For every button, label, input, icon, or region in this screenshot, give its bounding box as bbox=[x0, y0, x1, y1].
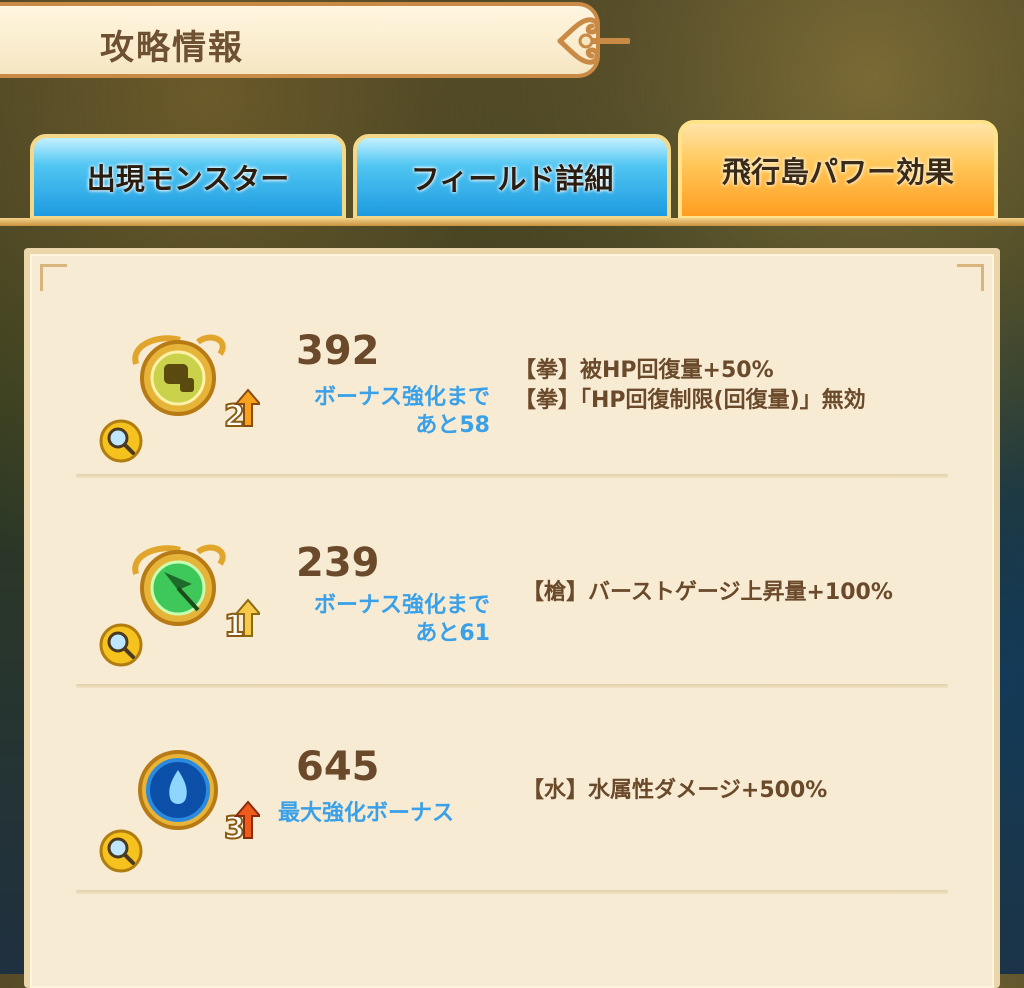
tab-monsters[interactable]: 出現モンスター bbox=[30, 134, 346, 220]
tab-field-details[interactable]: フィールド詳細 bbox=[353, 134, 671, 220]
magnifier-icon[interactable] bbox=[98, 622, 144, 668]
power-effects-panel: 2 392 ボーナス強化まで あと58 【拳】被HP回復量+50% 【拳】「HP… bbox=[24, 248, 1000, 988]
tab-strip-border bbox=[0, 218, 1024, 226]
power-row: 3 645 最大強化ボーナス 【水】水属性ダメージ+500% bbox=[30, 742, 1006, 942]
tab-island-power[interactable]: 飛行島パワー効果 bbox=[678, 120, 998, 220]
bonus-status-line1: 最大強化ボーナス bbox=[278, 801, 455, 826]
effect-text: 【拳】被HP回復量+50% bbox=[514, 358, 774, 383]
page-header: 攻略情報 bbox=[0, 2, 600, 78]
power-value: 645 bbox=[296, 744, 380, 790]
bonus-status-line2: あと58 bbox=[415, 413, 490, 438]
magnifier-icon[interactable] bbox=[98, 418, 144, 464]
page-title: 攻略情報 bbox=[100, 28, 244, 68]
row-divider bbox=[76, 890, 948, 894]
effect-text: 【拳】「HP回復制限(回復量)」無効 bbox=[514, 388, 866, 413]
water-rune-icon[interactable]: 3 bbox=[130, 746, 260, 846]
effect-text: 【槍】バーストゲージ上昇量+100% bbox=[522, 580, 893, 605]
bonus-status-line1: ボーナス強化まで bbox=[313, 593, 490, 618]
tab-label: フィールド詳細 bbox=[410, 162, 614, 196]
power-row: 1 239 ボーナス強化まで あと61 【槍】バーストゲージ上昇量+100% bbox=[30, 536, 1006, 736]
tab-label: 飛行島パワー効果 bbox=[721, 155, 954, 189]
row-divider bbox=[76, 474, 948, 478]
fleur-ornament-icon bbox=[557, 17, 630, 65]
power-value: 239 bbox=[296, 540, 380, 586]
power-row: 2 392 ボーナス強化まで あと58 【拳】被HP回復量+50% 【拳】「HP… bbox=[30, 314, 1006, 514]
magnifier-icon[interactable] bbox=[98, 828, 144, 874]
panel-corner-ornament bbox=[957, 264, 984, 291]
power-value: 392 bbox=[296, 328, 380, 374]
bonus-status-line2: あと61 bbox=[415, 621, 490, 646]
effect-text: 【水】水属性ダメージ+500% bbox=[522, 778, 828, 803]
row-divider bbox=[76, 684, 948, 688]
bonus-status-line1: ボーナス強化まで bbox=[313, 385, 490, 410]
panel-corner-ornament bbox=[40, 264, 67, 291]
tab-label: 出現モンスター bbox=[86, 162, 290, 196]
